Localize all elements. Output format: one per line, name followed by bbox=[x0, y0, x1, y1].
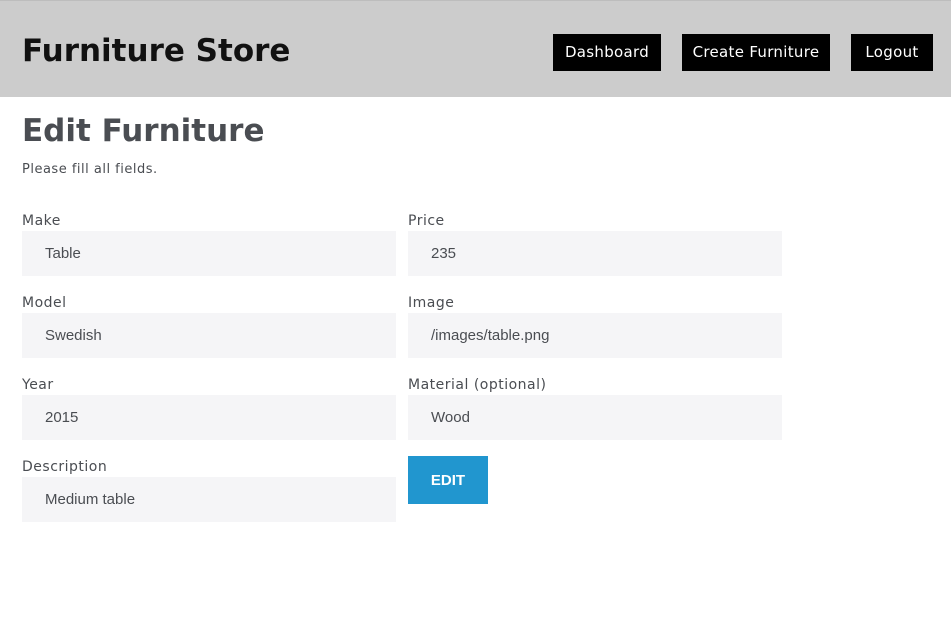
model-input[interactable] bbox=[22, 313, 396, 358]
image-label: Image bbox=[408, 295, 455, 311]
site-header: Furniture Store Dashboard Create Furnitu… bbox=[0, 0, 951, 97]
price-input[interactable] bbox=[408, 231, 782, 276]
year-label: Year bbox=[22, 377, 54, 393]
material-input[interactable] bbox=[408, 395, 782, 440]
price-label: Price bbox=[408, 213, 445, 229]
brand-title: Furniture Store bbox=[22, 33, 291, 69]
model-label: Model bbox=[22, 295, 67, 311]
description-label: Description bbox=[22, 459, 108, 475]
make-input[interactable] bbox=[22, 231, 396, 276]
description-input[interactable] bbox=[22, 477, 396, 522]
make-label: Make bbox=[22, 213, 61, 229]
nav-logout-button[interactable]: Logout bbox=[851, 34, 933, 71]
material-label: Material (optional) bbox=[408, 377, 547, 393]
page-title: Edit Furniture bbox=[22, 113, 265, 149]
year-input[interactable] bbox=[22, 395, 396, 440]
page-subtitle: Please fill all fields. bbox=[22, 162, 158, 177]
edit-submit-button[interactable]: EDIT bbox=[408, 456, 488, 504]
image-input[interactable] bbox=[408, 313, 782, 358]
nav-create-furniture-button[interactable]: Create Furniture bbox=[682, 34, 830, 71]
nav-dashboard-button[interactable]: Dashboard bbox=[553, 34, 661, 71]
